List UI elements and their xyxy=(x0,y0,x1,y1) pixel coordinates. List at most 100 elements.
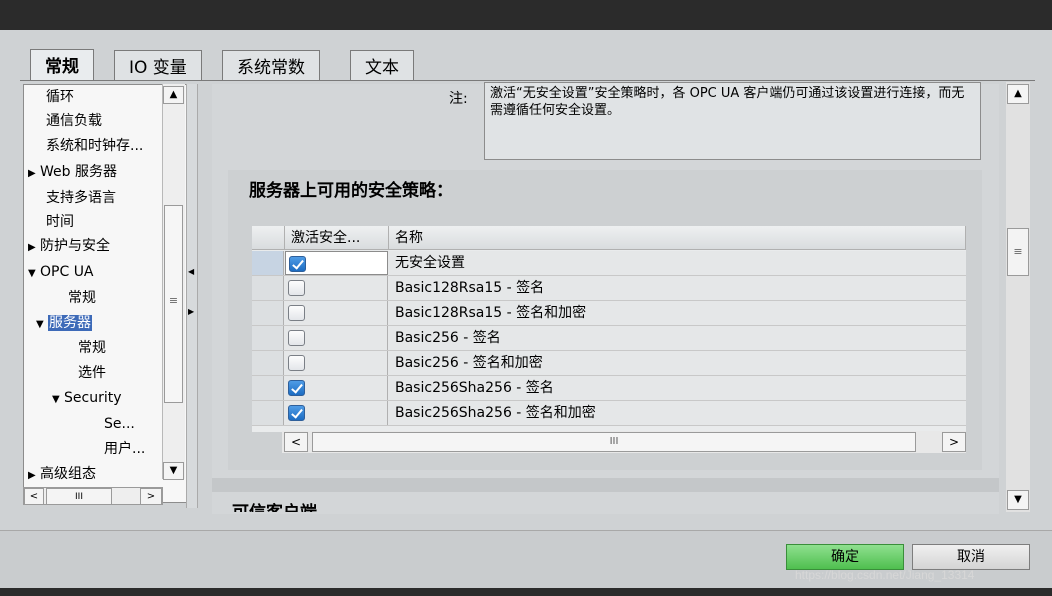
table-row[interactable]: Basic256 - 签名 xyxy=(252,326,966,351)
nav-item[interactable]: 选件 xyxy=(78,361,106,385)
tab-io-variables[interactable]: IO 变量 xyxy=(114,50,202,80)
column-header-name[interactable]: 名称 xyxy=(389,226,966,250)
column-header-activate[interactable]: 激活安全... xyxy=(285,226,389,250)
note-text: 激活“无安全设置”安全策略时，各 OPC UA 客户端仍可通过该设置进行连接，而… xyxy=(484,82,981,160)
nav-item-label: 服务器 xyxy=(48,315,92,331)
activate-cell[interactable] xyxy=(285,276,388,300)
table-scroll-left-button[interactable]: < xyxy=(284,432,308,452)
checkbox-unchecked[interactable] xyxy=(288,280,305,296)
nav-item[interactable]: 常规 xyxy=(68,286,96,310)
table-row[interactable]: Basic256Sha256 - 签名和加密 xyxy=(252,401,966,426)
nav-item-label: 常规 xyxy=(78,340,106,356)
security-policies-title: 服务器上可用的安全策略： xyxy=(249,181,453,201)
checkbox-checked[interactable] xyxy=(288,405,305,421)
pane-splitter[interactable] xyxy=(186,84,198,508)
nav-item-label: 系统和时钟存... xyxy=(46,138,144,154)
nav-item-label: 选件 xyxy=(78,365,106,381)
policy-name: Basic256Sha256 - 签名和加密 xyxy=(395,405,596,421)
expanded-arrow-icon[interactable]: ▼ xyxy=(52,388,64,412)
checkbox-unchecked[interactable] xyxy=(288,305,305,321)
table-row[interactable]: Basic128Rsa15 - 签名 xyxy=(252,276,966,301)
nav-item-label: 支持多语言 xyxy=(46,190,116,206)
tab-system-constants[interactable]: 系统常数 xyxy=(222,50,320,80)
nav-item[interactable]: 常规 xyxy=(78,336,106,360)
ok-button[interactable]: 确定 xyxy=(786,544,904,570)
policy-name: Basic128Rsa15 - 签名 xyxy=(395,280,545,296)
nav-item[interactable]: 通信负载 xyxy=(46,109,102,133)
table-row[interactable]: Basic256 - 签名和加密 xyxy=(252,351,966,376)
nav-scroll-left-button[interactable]: < xyxy=(24,488,44,505)
policy-name: Basic128Rsa15 - 签名和加密 xyxy=(395,305,587,321)
table-scroll-right-button[interactable]: > xyxy=(942,432,966,452)
expanded-arrow-icon[interactable]: ▼ xyxy=(28,262,40,286)
checkbox-checked[interactable] xyxy=(288,380,305,396)
checkbox-unchecked[interactable] xyxy=(288,355,305,371)
nav-item[interactable]: 时间 xyxy=(46,210,74,234)
nav-item[interactable]: ▶ 高级组态 xyxy=(28,462,96,486)
row-header[interactable] xyxy=(252,326,284,350)
nav-item[interactable]: ▼ 服务器 xyxy=(36,311,92,335)
content-scroll-thumb[interactable]: ≡ xyxy=(1007,228,1029,276)
row-header[interactable] xyxy=(252,376,284,400)
trusted-clients-title: 可信客户端 xyxy=(232,498,317,512)
nav-scroll-up-button[interactable]: ▲ xyxy=(163,86,184,104)
nav-item-label: Security xyxy=(64,390,122,406)
tab-general[interactable]: 常规 xyxy=(30,49,94,80)
window-bottom-edge xyxy=(0,588,1052,596)
expand-right-icon[interactable]: ▶ xyxy=(188,305,196,319)
nav-item[interactable]: ▶ 防护与安全 xyxy=(28,234,110,258)
row-header[interactable] xyxy=(252,401,284,425)
table-corner-header xyxy=(252,226,285,250)
content-scroll-up-button[interactable]: ▲ xyxy=(1007,84,1029,104)
tab-texts[interactable]: 文本 xyxy=(350,50,414,80)
table-hscroll-thumb[interactable]: III xyxy=(312,432,916,452)
collapse-left-icon[interactable]: ◀ xyxy=(188,265,196,279)
nav-item-label: 用户... xyxy=(104,441,146,457)
nav-item[interactable]: ▼ OPC UA xyxy=(28,260,94,284)
nav-item-label: 高级组态 xyxy=(40,466,96,482)
activate-cell[interactable] xyxy=(285,301,388,325)
nav-item-label: 常规 xyxy=(68,290,96,306)
nav-item[interactable]: 用户... xyxy=(104,437,145,461)
row-header[interactable] xyxy=(252,276,284,300)
cancel-button[interactable]: 取消 xyxy=(912,544,1030,570)
table-row[interactable]: Basic256Sha256 - 签名 xyxy=(252,376,966,401)
watermark-text: https://blog.csdn.net/Jiang_13314 xyxy=(795,568,975,582)
collapsed-arrow-icon[interactable]: ▶ xyxy=(28,162,40,186)
collapsed-arrow-icon[interactable]: ▶ xyxy=(28,236,40,260)
nav-item[interactable]: ▶ Web 服务器 xyxy=(28,160,117,184)
nav-item[interactable]: 循环 xyxy=(46,85,74,109)
tab-divider xyxy=(20,80,1035,81)
nav-item-label: Web 服务器 xyxy=(40,164,117,180)
activate-cell[interactable] xyxy=(285,326,388,350)
policy-name: Basic256 - 签名和加密 xyxy=(395,355,543,371)
content-scroll-down-button[interactable]: ▼ xyxy=(1007,490,1029,510)
activate-cell[interactable] xyxy=(285,401,388,425)
nav-scroll-thumb[interactable]: ≡ xyxy=(164,205,183,403)
nav-scroll-down-button[interactable]: ▼ xyxy=(163,462,184,480)
row-header[interactable] xyxy=(252,351,284,375)
activate-cell[interactable] xyxy=(285,251,388,275)
nav-item[interactable]: 系统和时钟存... xyxy=(46,134,143,158)
nav-item[interactable]: 支持多语言 xyxy=(46,186,116,210)
checkbox-checked[interactable] xyxy=(289,256,306,272)
nav-item-label: 时间 xyxy=(46,214,74,230)
expanded-arrow-icon[interactable]: ▼ xyxy=(36,313,48,337)
checkbox-unchecked[interactable] xyxy=(288,330,305,346)
nav-item-label: Se... xyxy=(104,416,135,432)
activate-cell[interactable] xyxy=(285,376,388,400)
nav-item-label: 防护与安全 xyxy=(40,238,110,254)
table-row[interactable]: Basic128Rsa15 - 签名和加密 xyxy=(252,301,966,326)
activate-cell[interactable] xyxy=(285,351,388,375)
collapsed-arrow-icon[interactable]: ▶ xyxy=(28,464,40,488)
policy-name: Basic256Sha256 - 签名 xyxy=(395,380,554,396)
row-header[interactable] xyxy=(252,301,284,325)
note-label: 注: xyxy=(449,91,468,107)
nav-item[interactable]: ▼ Security xyxy=(52,386,122,410)
nav-item[interactable]: Se... xyxy=(104,412,135,436)
table-row[interactable]: 无安全设置 xyxy=(252,251,966,276)
row-header[interactable] xyxy=(252,251,284,275)
nav-scroll-right-button[interactable]: > xyxy=(140,488,162,505)
content-vertical-scrollbar[interactable] xyxy=(1006,82,1030,512)
nav-hscroll-thumb[interactable]: III xyxy=(46,488,112,505)
